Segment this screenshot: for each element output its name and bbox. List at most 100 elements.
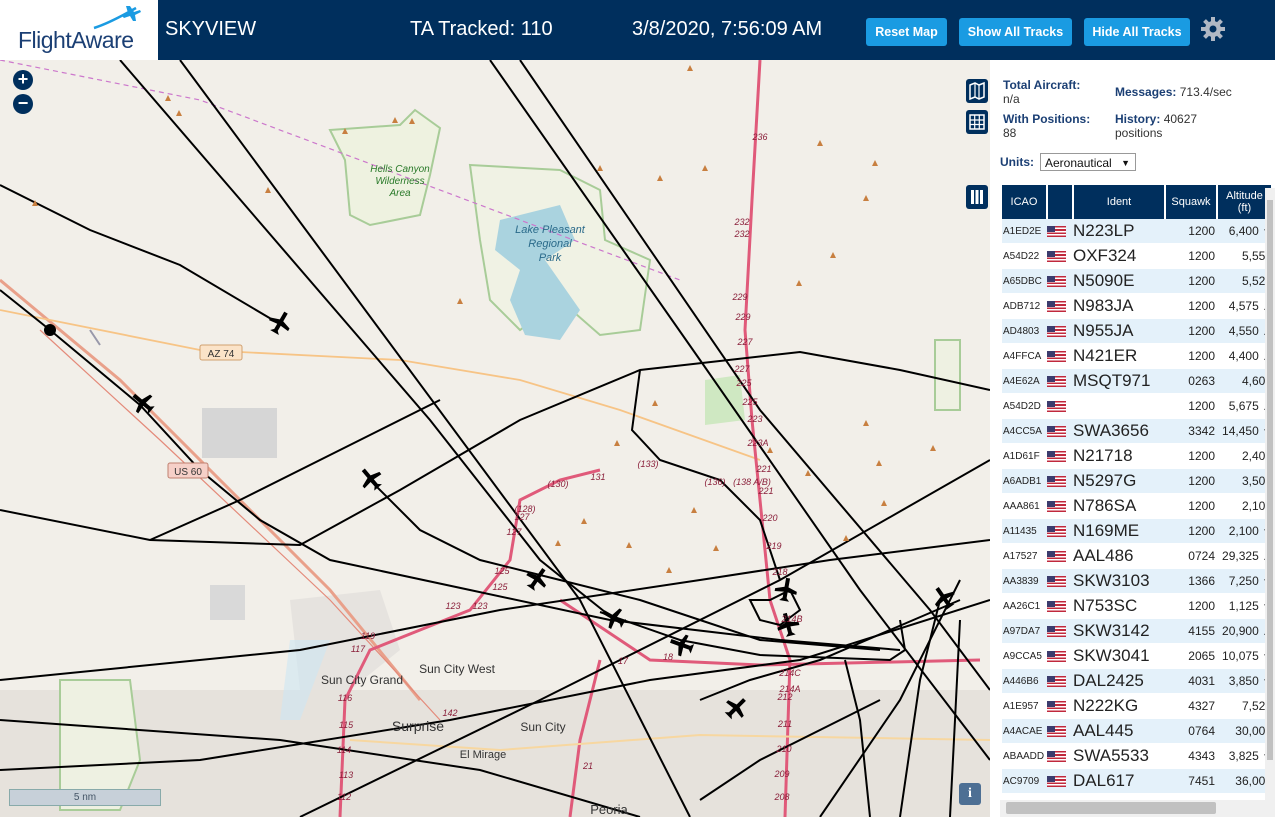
altitude-value: 3,825 — [1228, 749, 1259, 763]
total-aircraft: Total Aircraft: n/a — [1003, 78, 1080, 106]
table-row[interactable]: AAA861 N786SA 1200 2,100 — [1002, 493, 1272, 519]
exit-label: 223A — [746, 438, 768, 448]
table-row[interactable]: A11435 N169ME12002,100 ▼ — [1002, 518, 1272, 544]
flag-cell — [1047, 568, 1073, 594]
horizontal-scroll-thumb[interactable] — [1006, 802, 1216, 814]
table-row[interactable]: AC9709 DAL617 7451 36,000 — [1002, 768, 1272, 794]
altitude-value: 3,850 — [1228, 674, 1259, 688]
icao-cell: A65DBC — [1002, 268, 1047, 294]
zoom-in-button[interactable]: + — [13, 70, 33, 90]
icao-cell: A54D22 — [1002, 243, 1047, 269]
info-button[interactable]: i — [959, 783, 981, 805]
icao-cell: A1E957 — [1002, 693, 1047, 719]
map-icon — [969, 81, 985, 101]
altitude-cell: 6,400 ▼ — [1217, 219, 1272, 244]
table-row[interactable]: A4FFCA N421ER12004,400 ▲ — [1002, 343, 1272, 369]
label-sun-city-west: Sun City West — [419, 662, 495, 676]
table-row[interactable]: A65DBC N5090E 1200 5,525 — [1002, 268, 1272, 294]
table-row[interactable]: A4E62A MSQT971 0263 4,600 — [1002, 368, 1272, 394]
exit-label: 119 — [361, 631, 375, 641]
label-surprise: Surprise — [392, 718, 444, 734]
altitude-cell: 4,600 — [1217, 368, 1272, 394]
table-row[interactable]: A54D2D 12005,675 ▲ — [1002, 393, 1272, 419]
table-row[interactable]: ADB712 N983JA12004,575 ▲ — [1002, 293, 1272, 319]
col-flag[interactable] — [1047, 185, 1074, 219]
flag-cell — [1047, 243, 1073, 269]
altitude-value: 4,575 — [1228, 299, 1259, 313]
show-all-tracks-button[interactable]: Show All Tracks — [959, 18, 1072, 46]
map-view[interactable]: Hells Canyon Wilderness Area Lake Pleasa… — [0, 60, 990, 817]
col-squawk[interactable]: Squawk — [1165, 185, 1218, 219]
squawk-cell: 4155 — [1165, 618, 1217, 644]
label-area: Area — [388, 188, 411, 199]
table-row[interactable]: A446B6 DAL242540313,850 ▼ — [1002, 668, 1272, 694]
column-toggle-button[interactable] — [966, 185, 988, 209]
units-select[interactable]: Aeronautical ▼ — [1040, 153, 1136, 171]
table-row[interactable]: A17527 AAL486072429,325 ▲ — [1002, 543, 1272, 569]
table-row[interactable]: AD4803 N955JA12004,550 ▲ — [1002, 318, 1272, 344]
icao-cell: A4FFCA — [1002, 343, 1047, 369]
altitude-value: 1,125 — [1228, 599, 1259, 613]
ident-cell: N169ME — [1073, 518, 1165, 544]
label-sun-city-grand: Sun City Grand — [321, 673, 403, 687]
squawk-cell: 2065 — [1165, 643, 1217, 669]
squawk-cell: 7451 — [1165, 768, 1217, 794]
ident-cell: N5090E — [1073, 268, 1165, 294]
table-row[interactable]: AA3839 SKW310313667,250 ▼ — [1002, 568, 1272, 594]
ident-cell: N955JA — [1073, 318, 1165, 344]
squawk-cell: 1366 — [1165, 568, 1217, 594]
table-row[interactable]: A4CC5A SWA3656334214,450 ▼ — [1002, 418, 1272, 444]
exit-label: 225 — [735, 378, 752, 388]
table-row[interactable]: A97DA7 SKW3142415520,900 ▲ — [1002, 618, 1272, 644]
exit-label: 209 — [773, 769, 789, 779]
ident-cell: DAL617 — [1073, 768, 1165, 794]
altitude-cell: 30,000 — [1217, 718, 1272, 744]
us-flag-icon — [1047, 501, 1066, 513]
table-row[interactable]: ABAADD SWA553343433,825 ▼ — [1002, 743, 1272, 769]
with-positions-label: With Positions: — [1003, 112, 1091, 126]
col-altitude[interactable]: Altitude (ft) — [1217, 185, 1273, 219]
squawk-cell: 1200 — [1165, 493, 1217, 519]
altitude-cell: 36,000 — [1217, 768, 1272, 794]
icao-cell: ADB712 — [1002, 293, 1047, 319]
map-layers-button[interactable] — [966, 79, 988, 103]
us-flag-icon — [1047, 626, 1066, 638]
hide-all-tracks-button[interactable]: Hide All Tracks — [1084, 18, 1190, 46]
exit-label: 219 — [765, 541, 781, 551]
col-ident[interactable]: Ident — [1073, 185, 1166, 219]
grid-toggle-button[interactable] — [966, 110, 988, 134]
table-row[interactable]: A1E957 N222KG 4327 7,525 — [1002, 693, 1272, 719]
flag-cell — [1047, 743, 1073, 769]
flightaware-logo[interactable]: FlightAware — [0, 0, 158, 60]
messages-label: Messages: — [1115, 85, 1177, 99]
squawk-cell: 4327 — [1165, 693, 1217, 719]
icao-cell: ABAADD — [1002, 743, 1047, 769]
scale-bar: 5 nm — [9, 789, 161, 806]
with-positions-value: 88 — [1003, 126, 1017, 140]
col-icao[interactable]: ICAO — [1002, 185, 1048, 219]
map-canvas[interactable]: Hells Canyon Wilderness Area Lake Pleasa… — [0, 60, 990, 817]
us-flag-icon — [1047, 526, 1066, 538]
table-row[interactable]: A54D22 OXF324 1200 5,550 — [1002, 243, 1272, 269]
flag-cell — [1047, 468, 1073, 494]
table-row[interactable]: A4ACAE AAL445 0764 30,000 — [1002, 718, 1272, 744]
gear-icon[interactable] — [1200, 16, 1226, 42]
table-row[interactable]: A1ED2E N223LP12006,400 ▼ — [1002, 219, 1272, 244]
vertical-scroll-thumb[interactable] — [1267, 200, 1273, 760]
altitude-cell: 3,500 — [1217, 468, 1272, 494]
table-row[interactable]: A9CCA5 SKW3041206510,075 ▼ — [1002, 643, 1272, 669]
flag-cell — [1047, 219, 1073, 244]
altitude-cell: 10,075 ▼ — [1217, 643, 1272, 669]
us-flag-icon — [1047, 726, 1066, 738]
table-row[interactable]: A6ADB1 N5297G 1200 3,500 — [1002, 468, 1272, 494]
us-flag-icon — [1047, 251, 1066, 263]
icao-cell: A54D2D — [1002, 393, 1047, 419]
flag-cell — [1047, 718, 1073, 744]
table-row[interactable]: A1D61F N21718 1200 2,400 — [1002, 443, 1272, 469]
exit-label: 114 — [337, 745, 351, 755]
altitude-cell: 3,825 ▼ — [1217, 743, 1272, 769]
altitude-cell: 5,550 — [1217, 243, 1272, 269]
table-row[interactable]: AA26C1 N753SC12001,125 ▼ — [1002, 593, 1272, 619]
reset-map-button[interactable]: Reset Map — [866, 18, 947, 46]
zoom-out-button[interactable]: − — [13, 94, 33, 114]
